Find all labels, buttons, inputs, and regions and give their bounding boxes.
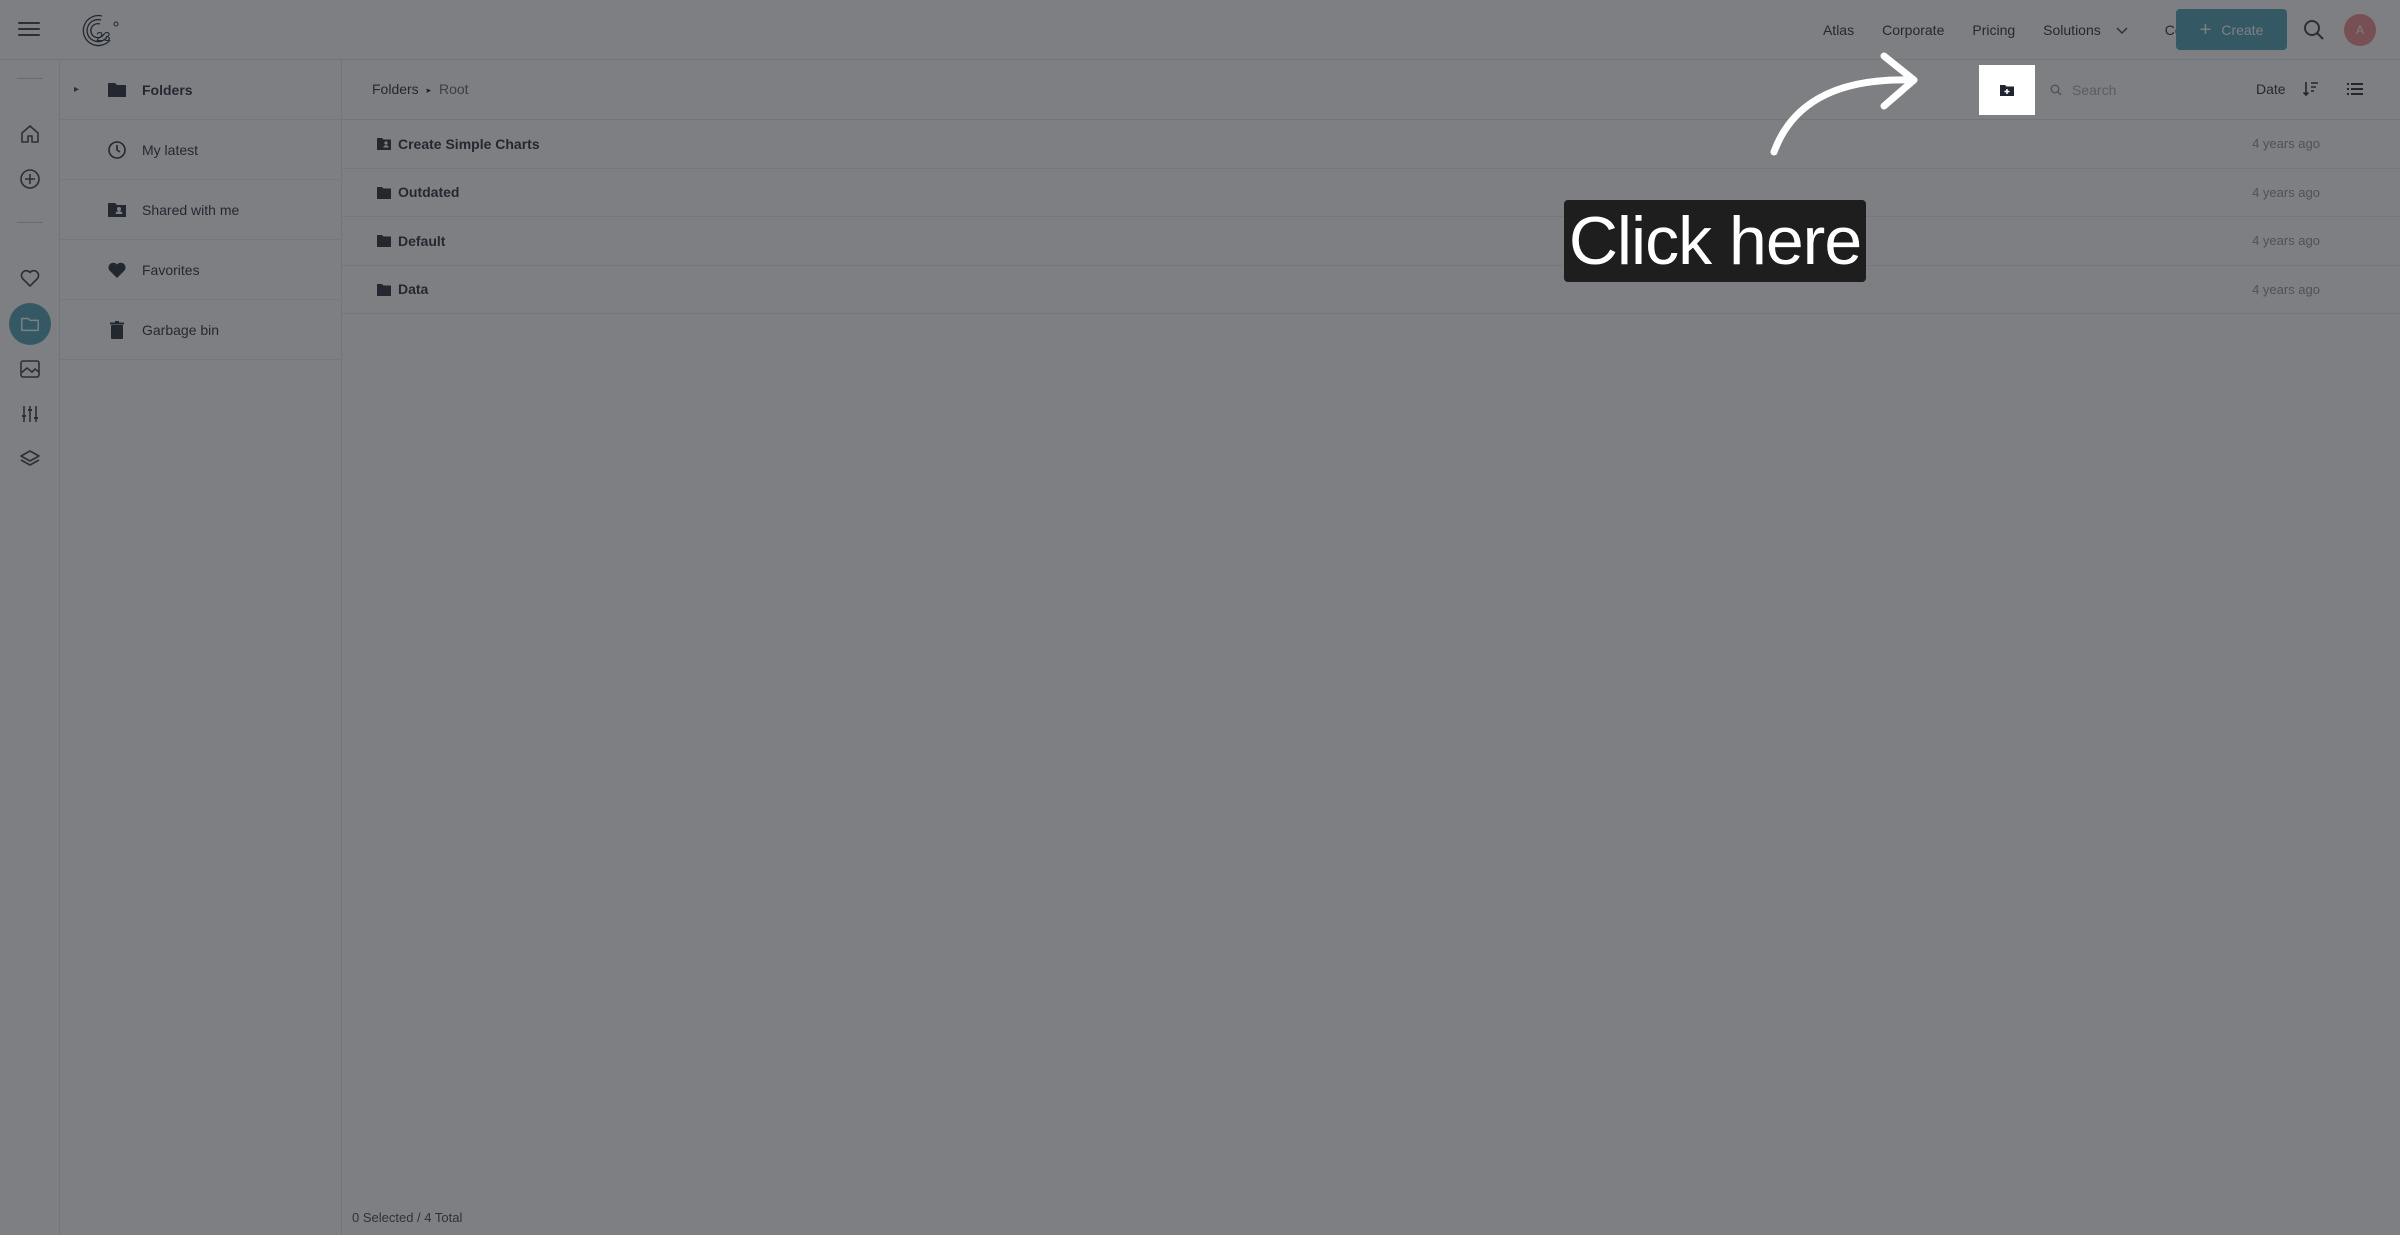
icon-rail [0, 60, 60, 1235]
trash-icon [110, 320, 124, 339]
sidebar-item-shared-with-me[interactable]: Shared with me [60, 180, 342, 240]
svg-text:23: 23 [96, 29, 110, 44]
folder-date: 4 years ago [2252, 136, 2320, 152]
search-field [2050, 78, 2250, 102]
folder-name: Create Simple Charts [398, 135, 540, 152]
folder-name: Data [398, 281, 429, 298]
folder-icon [377, 283, 391, 296]
nav-link-atlas[interactable]: Atlas [1809, 22, 1868, 38]
folder-name: Outdated [398, 184, 460, 201]
folder-date: 4 years ago [2252, 281, 2320, 297]
breadcrumb-separator-icon: ▸ [426, 85, 432, 95]
sidebar-item-label: Garbage bin [142, 321, 220, 338]
breadcrumb: Folders ▸ Root [372, 81, 469, 97]
folder-icon [21, 317, 39, 332]
folder-date: 4 years ago [2252, 233, 2320, 249]
create-button-label: Create [2221, 21, 2264, 38]
avatar[interactable]: A [2344, 14, 2376, 46]
shared-folder-icon [377, 138, 391, 150]
layers-icon[interactable] [18, 447, 42, 471]
search-icon [2050, 84, 2062, 96]
new-folder-icon [2000, 85, 2014, 96]
folder-row[interactable]: Data 4 years ago [342, 266, 2400, 314]
breadcrumb-root[interactable]: Root [439, 81, 469, 97]
folder-row[interactable]: Create Simple Charts 4 years ago [342, 120, 2400, 169]
folder-nav-button[interactable] [9, 303, 51, 345]
nav-link-corporate[interactable]: Corporate [1868, 22, 1958, 38]
top-bar: 23 Atlas Corporate Pricing Solutions Con… [0, 0, 2400, 60]
search-input[interactable] [2070, 81, 2240, 99]
sidebar-item-label: Favorites [142, 261, 200, 278]
folder-icon [377, 235, 391, 247]
selection-status: 0 Selected / 4 Total [352, 1210, 463, 1225]
pointer-arrow-icon [1770, 52, 1918, 156]
heart-icon[interactable] [18, 266, 42, 290]
highlighted-new-folder-button[interactable] [1979, 65, 2035, 115]
expand-caret-icon[interactable]: ▸ [74, 84, 79, 95]
add-circle-icon[interactable] [18, 167, 42, 191]
list-view-icon[interactable] [2346, 80, 2364, 98]
folder-row[interactable]: Default 4 years ago [342, 217, 2400, 266]
folder-date: 4 years ago [2252, 184, 2320, 200]
sidebar-item-favorites[interactable]: Favorites [60, 240, 342, 300]
heart-icon [108, 262, 126, 278]
folder-icon [108, 82, 126, 97]
hamburger-menu-icon[interactable] [18, 18, 40, 40]
shared-folder-icon [108, 202, 126, 217]
chevron-down-icon[interactable] [2115, 23, 2129, 37]
search-icon[interactable] [2303, 19, 2325, 41]
nav-link-pricing[interactable]: Pricing [1958, 22, 2029, 38]
folder-row[interactable]: Outdated 4 years ago [342, 169, 2400, 217]
nav-link-solutions[interactable]: Solutions [2029, 22, 2107, 38]
sidebar-item-label: Folders [142, 81, 193, 98]
rail-divider [17, 222, 43, 223]
create-button[interactable]: + Create [2176, 9, 2287, 50]
clock-icon [108, 140, 126, 159]
sort-field-label[interactable]: Date [2256, 81, 2286, 97]
folder-name: Default [398, 232, 446, 249]
folder-list: Create Simple Charts 4 years ago Outdate… [342, 120, 2400, 314]
main-content: Folders ▸ Root Date [342, 60, 2400, 1235]
sidebar-item-folders[interactable]: ▸ Folders [60, 60, 342, 120]
sidebar-item-my-latest[interactable]: My latest [60, 120, 342, 180]
sort-descending-icon[interactable] [2302, 80, 2320, 98]
sidebar-item-garbage-bin[interactable]: Garbage bin [60, 300, 342, 360]
tutorial-callout: Click here [1564, 200, 1866, 282]
folder-sidebar: ▸ Folders My latest Shared with me Favor… [60, 60, 342, 1235]
folder-toolbar: Folders ▸ Root Date [342, 60, 2400, 120]
rail-divider [17, 78, 43, 79]
sidebar-item-label: Shared with me [142, 201, 240, 218]
image-icon[interactable] [18, 357, 42, 381]
sidebar-item-label: My latest [142, 141, 199, 158]
plus-icon: + [2199, 18, 2212, 41]
sliders-icon[interactable] [18, 402, 42, 426]
breadcrumb-folders[interactable]: Folders [372, 81, 419, 97]
home-icon[interactable] [18, 122, 42, 146]
folder-icon [377, 186, 391, 199]
logo-icon[interactable]: 23 [80, 10, 122, 50]
